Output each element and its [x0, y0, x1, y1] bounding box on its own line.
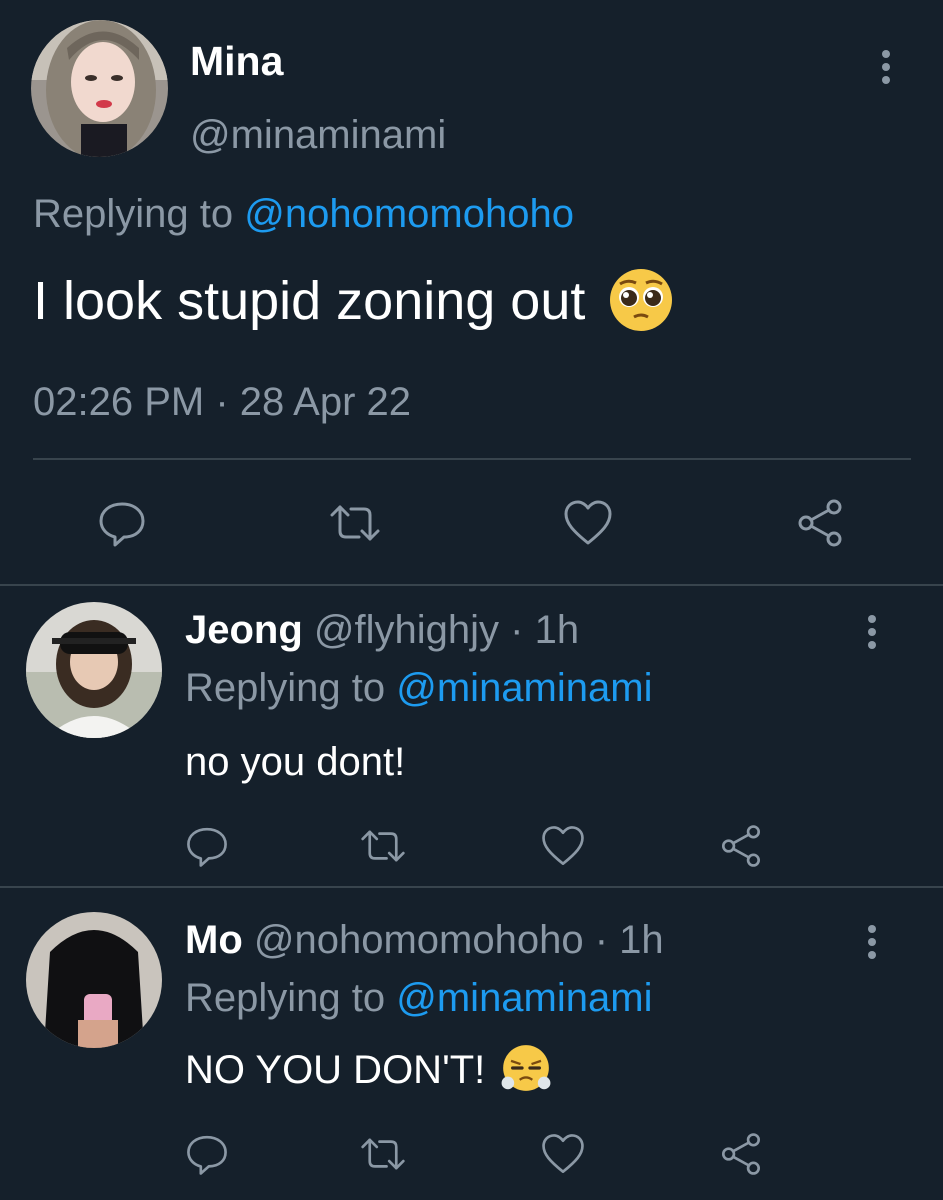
share-button[interactable] — [714, 1130, 768, 1178]
tweet-text: no you dont! — [185, 740, 406, 784]
author-handle[interactable]: @flyhighjy — [314, 608, 499, 652]
divider — [33, 458, 911, 460]
divider — [0, 886, 943, 888]
retweet-button[interactable] — [355, 822, 411, 870]
replying-to-mention[interactable]: @nohomomohoho — [244, 192, 574, 236]
face-with-steam-from-nose-icon — [501, 1045, 551, 1092]
reply-icon — [187, 1135, 227, 1175]
reply-button[interactable] — [180, 822, 234, 870]
replying-to-mention[interactable]: @minaminami — [396, 666, 652, 710]
reply-button[interactable] — [180, 1130, 234, 1178]
reply-icon — [187, 827, 227, 867]
share-icon — [798, 499, 842, 547]
reply-icon — [99, 502, 145, 547]
like-button[interactable] — [536, 822, 590, 870]
retweet-button[interactable] — [325, 495, 385, 551]
timestamp: 02:26 PM · 28 Apr 22 — [33, 380, 412, 424]
author-handle[interactable]: @nohomomohoho — [254, 918, 584, 962]
avatar[interactable] — [26, 602, 162, 738]
reply-time: · 1h — [594, 918, 664, 962]
avatar-image — [31, 20, 168, 157]
more-options-icon[interactable] — [874, 50, 898, 90]
replying-to-mention[interactable]: @minaminami — [396, 976, 652, 1020]
author-handle[interactable]: @minaminami — [190, 113, 446, 158]
tweet-text-row: NO YOU DON'T! — [185, 1045, 552, 1094]
replying-to-line: Replying to @nohomomohoho — [33, 192, 574, 237]
avatar-image — [26, 912, 162, 1048]
avatar[interactable] — [31, 20, 168, 157]
more-options-icon[interactable] — [860, 615, 884, 655]
replying-prefix: Replying to — [185, 666, 386, 710]
share-button[interactable] — [714, 822, 768, 870]
like-icon — [542, 1134, 584, 1174]
author-name[interactable]: Mina — [190, 38, 283, 85]
replying-prefix: Replying to — [33, 192, 234, 236]
avatar[interactable] — [26, 912, 162, 1048]
tweet-text: NO YOU DON'T! — [185, 1048, 486, 1092]
retweet-icon — [361, 1138, 405, 1170]
reply-header: Mo @nohomomohoho · 1h — [185, 918, 664, 963]
like-icon — [542, 826, 584, 866]
tweet-text-row: I look stupid zoning out — [33, 268, 674, 333]
replying-to-line: Replying to @minaminami — [185, 666, 652, 711]
pleading-face-icon — [610, 268, 673, 331]
like-button[interactable] — [558, 495, 618, 551]
author-name[interactable]: Jeong — [185, 608, 303, 652]
avatar-image — [26, 602, 162, 738]
share-icon — [721, 1133, 761, 1175]
replying-to-line: Replying to @minaminami — [185, 976, 652, 1021]
tweet-text: I look stupid zoning out — [33, 271, 586, 331]
reply-header: Jeong @flyhighjy · 1h — [185, 608, 579, 653]
like-icon — [564, 500, 612, 545]
reply-time: · 1h — [510, 608, 580, 652]
retweet-icon — [361, 830, 405, 862]
retweet-button[interactable] — [355, 1130, 411, 1178]
replying-prefix: Replying to — [185, 976, 386, 1020]
like-button[interactable] — [536, 1130, 590, 1178]
share-icon — [721, 825, 761, 867]
retweet-icon — [330, 505, 380, 541]
divider — [0, 584, 943, 586]
more-options-icon[interactable] — [860, 925, 884, 965]
reply-button[interactable] — [92, 495, 152, 551]
author-name[interactable]: Mo — [185, 918, 243, 962]
share-button[interactable] — [790, 495, 850, 551]
